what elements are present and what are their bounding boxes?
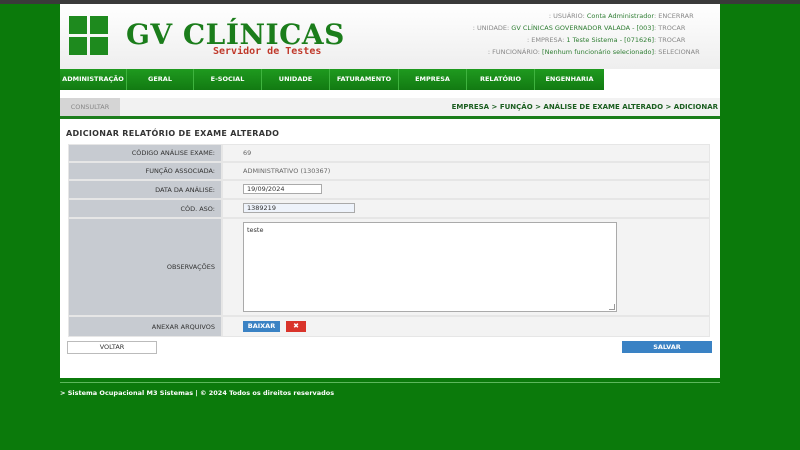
field-label: CÓD. ASO: [69,200,221,217]
row-aso: CÓD. ASO: 1389219 [68,200,710,217]
field-label: ANEXAR ARQUIVOS [69,317,221,336]
info-label: : FUNCIONÁRIO: [487,48,540,56]
trocar-unidade-link[interactable]: : TROCAR [654,24,685,32]
nav-empresa[interactable]: EMPRESA [399,69,466,90]
observacoes-text: teste [247,226,264,234]
session-info: : USUÁRIO: Conta Administrador : ENCERRA… [460,12,718,60]
tab-consultar[interactable]: CONSULTAR [60,98,120,116]
nav-relatorio[interactable]: RELATÓRIO [467,69,534,90]
cod-aso-input[interactable]: 1389219 [243,203,355,213]
tab-bar: CONSULTAR EMPRESA > FUNÇÃO > ANÁLISE DE … [60,98,720,119]
info-value: 1 Teste Sistema - [071626] [566,36,654,44]
info-label: : EMPRESA: [527,36,565,44]
selecionar-funcionario-link[interactable]: : SELECIONAR [654,48,700,56]
info-usuario: : USUÁRIO: Conta Administrador : ENCERRA… [460,12,718,24]
breadcrumb: EMPRESA > FUNÇÃO > ANÁLISE DE EXAME ALTE… [451,103,718,111]
logo-cross-icon [69,16,109,56]
voltar-button[interactable]: VOLTAR [67,341,157,354]
info-funcionario: : FUNCIONÁRIO: [Nenhum funcionário selec… [460,48,718,60]
row-codigo: CÓDIGO ANÁLISE EXAME: 69 [68,145,710,161]
row-anexar: ANEXAR ARQUIVOS BAIXAR ✖ [68,317,710,336]
row-data: DATA DA ANÁLISE: 19/09/2024 [68,181,710,198]
server-subtitle: Servidor de Testes [213,46,322,57]
salvar-button[interactable]: SALVAR [622,341,712,353]
nav-geral[interactable]: GERAL [127,69,193,90]
baixar-button[interactable]: BAIXAR [243,321,280,332]
info-value: GV CLÍNICAS GOVERNADOR VALADA - [003] [511,24,654,32]
field-label: FUNÇÃO ASSOCIADA: [69,163,221,179]
row-funcao: FUNÇÃO ASSOCIADA: ADMINISTRATIVO (130367… [68,163,710,179]
footer-divider [60,382,720,383]
info-value: [Nenhum funcionário selecionado] [542,48,654,56]
encerrar-link[interactable]: : ENCERRAR [654,12,694,20]
nav-engenharia[interactable]: ENGENHARIA [535,69,604,90]
nav-faturamento[interactable]: FATURAMENTO [330,69,398,90]
footer-text: > Sistema Ocupacional M3 Sistemas | © 20… [60,389,335,397]
nav-unidade[interactable]: UNIDADE [262,69,329,90]
data-analise-input[interactable]: 19/09/2024 [243,184,322,194]
observacoes-textarea[interactable]: teste [243,222,617,312]
nav-administracao[interactable]: ADMINISTRAÇÃO [60,69,126,90]
field-label: OBSERVAÇÕES [69,219,221,315]
info-unidade: : UNIDADE: GV CLÍNICAS GOVERNADOR VALADA… [460,24,718,36]
funcao-value: ADMINISTRATIVO (130367) [243,167,331,175]
delete-file-icon[interactable]: ✖ [286,321,306,332]
header: GV CLÍNICAS Servidor de Testes : USUÁRIO… [60,4,720,69]
resize-handle-icon[interactable] [609,304,615,310]
info-label: : USUÁRIO: [548,12,585,20]
page-title: ADICIONAR RELATÓRIO DE EXAME ALTERADO [66,129,280,138]
field-label: DATA DA ANÁLISE: [69,181,221,198]
trocar-empresa-link[interactable]: : TROCAR [654,36,685,44]
nav-e-social[interactable]: E-SOCIAL [194,69,261,90]
page-container: GV CLÍNICAS Servidor de Testes : USUÁRIO… [60,4,720,378]
main-nav: ADMINISTRAÇÃO GERAL E-SOCIAL UNIDADE FAT… [60,69,604,90]
info-label: : UNIDADE: [472,24,510,32]
exam-report-form: CÓDIGO ANÁLISE EXAME: 69 FUNÇÃO ASSOCIAD… [68,144,710,337]
codigo-value: 69 [243,149,252,157]
field-label: CÓDIGO ANÁLISE EXAME: [69,145,221,161]
info-empresa: : EMPRESA: 1 Teste Sistema - [071626] : … [460,36,718,48]
row-observacoes: OBSERVAÇÕES teste [68,219,710,315]
info-value: Conta Administrador [586,12,654,20]
